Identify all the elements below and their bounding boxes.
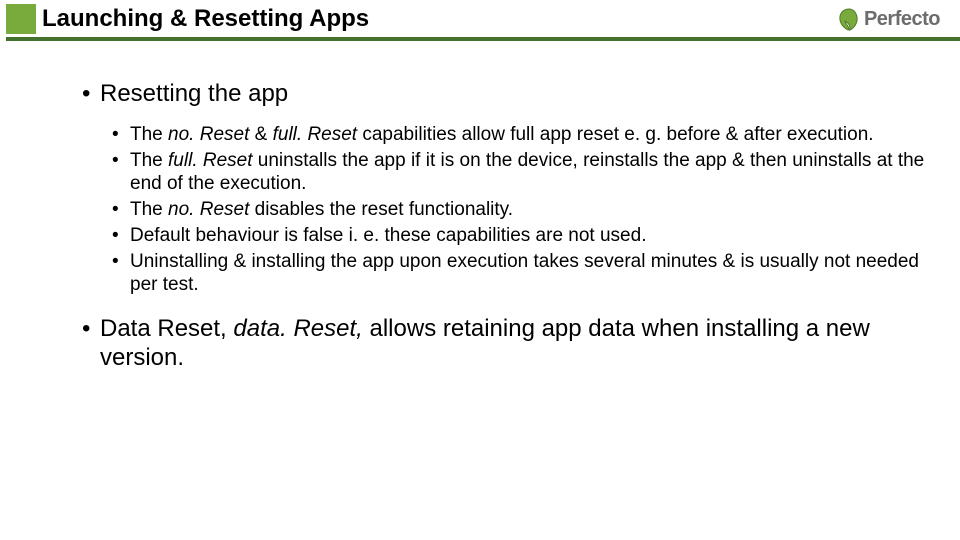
- accent-square: [6, 4, 36, 34]
- text: The: [130, 124, 168, 145]
- list-item: Default behaviour is false i. e. these c…: [112, 224, 930, 248]
- text: The: [130, 199, 168, 220]
- brand-logo: Perfecto: [832, 6, 944, 32]
- text: disables the reset functionality.: [249, 199, 513, 220]
- term-full-reset: full. Reset: [168, 150, 252, 171]
- section-paragraph: Data Reset, data. Reset, allows retainin…: [82, 315, 930, 373]
- text: capabilities allow full app reset e. g. …: [357, 124, 873, 145]
- perfecto-leaf-icon: [836, 6, 862, 32]
- term-no-reset: no. Reset: [168, 199, 249, 220]
- sub-bullet-list: The no. Reset & full. Reset capabilities…: [112, 123, 930, 297]
- list-item: The full. Reset uninstalls the app if it…: [112, 149, 930, 197]
- title-row: Launching & Resetting Apps: [0, 0, 960, 46]
- slide-title: Launching & Resetting Apps: [42, 4, 381, 34]
- list-item: The no. Reset disables the reset functio…: [112, 198, 930, 222]
- term-no-reset: no. Reset: [168, 124, 249, 145]
- list-item: The no. Reset & full. Reset capabilities…: [112, 123, 930, 147]
- title-underline: [6, 37, 960, 41]
- slide-body: Resetting the app The no. Reset & full. …: [82, 80, 930, 387]
- list-item: Uninstalling & installing the app upon e…: [112, 250, 930, 298]
- text: &: [249, 124, 272, 145]
- slide: Launching & Resetting Apps Perfecto Rese…: [0, 0, 960, 540]
- brand-name: Perfecto: [864, 8, 940, 31]
- text: The: [130, 150, 168, 171]
- text: Data Reset,: [100, 315, 233, 342]
- section-heading: Resetting the app: [82, 80, 930, 109]
- term-data-reset: data. Reset,: [233, 315, 362, 342]
- term-full-reset: full. Reset: [273, 124, 357, 145]
